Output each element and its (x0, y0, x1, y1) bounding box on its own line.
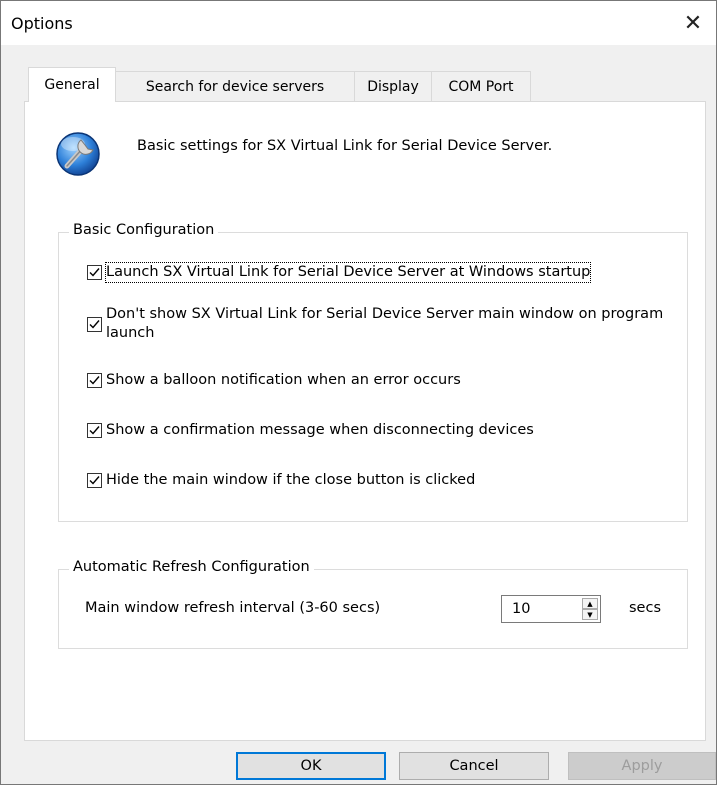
checkbox-box[interactable] (87, 423, 102, 438)
checkbox-label: Don't show SX Virtual Link for Serial De… (106, 306, 664, 341)
balloon-notification-checkbox[interactable]: Show a balloon notification when an erro… (87, 371, 677, 390)
refresh-interval-label: Main window refresh interval (3-60 secs) (85, 600, 381, 616)
checkbox-label: Show a confirmation message when disconn… (106, 422, 534, 438)
ok-button-label: OK (300, 758, 322, 774)
checkbox-box[interactable] (87, 317, 102, 332)
settings-wrench-icon (53, 128, 103, 178)
hide-main-window-on-launch-checkbox[interactable]: Don't show SX Virtual Link for Serial De… (87, 305, 677, 343)
cancel-button-label: Cancel (449, 758, 499, 774)
checkbox-label: Hide the main window if the close button… (106, 472, 476, 488)
settings-description: Basic settings for SX Virtual Link for S… (137, 138, 553, 154)
general-panel: Basic settings for SX Virtual Link for S… (24, 101, 706, 741)
basic-configuration-title: Basic Configuration (69, 222, 219, 238)
spinner-up-button[interactable]: ▲ (582, 598, 598, 609)
window-title: Options (11, 14, 73, 33)
tab-display[interactable]: Display (354, 71, 432, 101)
checkbox-label: Launch SX Virtual Link for Serial Device… (104, 262, 592, 283)
checkbox-label: Show a balloon notification when an erro… (106, 372, 461, 388)
refresh-interval-spinner[interactable]: 10 ▲ ▼ (501, 595, 601, 623)
tab-general-label: General (44, 77, 100, 93)
arrow-up-icon: ▲ (587, 599, 593, 608)
hide-on-close-checkbox[interactable]: Hide the main window if the close button… (87, 471, 677, 490)
close-icon: ✕ (683, 10, 703, 36)
spinner-down-button[interactable]: ▼ (582, 609, 598, 620)
refresh-interval-unit: secs (629, 600, 662, 616)
tab-search-device-servers[interactable]: Search for device servers (115, 71, 355, 101)
spinner-buttons: ▲ ▼ (582, 598, 598, 620)
apply-button-label: Apply (621, 758, 663, 774)
tab-search-label: Search for device servers (145, 78, 325, 95)
close-button[interactable]: ✕ (670, 1, 716, 45)
options-dialog: Options ✕ General Search for device serv… (0, 0, 717, 785)
cancel-button[interactable]: Cancel (399, 752, 549, 780)
checkbox-box[interactable] (87, 265, 102, 280)
apply-button[interactable]: Apply (568, 752, 716, 780)
automatic-refresh-group: Automatic Refresh Configuration Main win… (58, 559, 688, 649)
checkbox-box[interactable] (87, 373, 102, 388)
basic-configuration-group: Basic Configuration Launch SX Virtual Li… (58, 222, 688, 522)
refresh-interval-value[interactable]: 10 (512, 601, 530, 617)
tab-com-port[interactable]: COM Port (431, 71, 531, 101)
title-bar: Options ✕ (1, 1, 716, 45)
tab-com-port-label: COM Port (448, 78, 514, 95)
tab-general[interactable]: General (28, 67, 116, 102)
arrow-down-icon: ▼ (587, 610, 593, 619)
tab-display-label: Display (367, 78, 419, 95)
launch-at-startup-checkbox[interactable]: Launch SX Virtual Link for Serial Device… (87, 262, 677, 283)
ok-button[interactable]: OK (236, 752, 386, 780)
automatic-refresh-title: Automatic Refresh Configuration (69, 559, 314, 575)
checkbox-box[interactable] (87, 473, 102, 488)
disconnect-confirmation-checkbox[interactable]: Show a confirmation message when disconn… (87, 421, 677, 440)
